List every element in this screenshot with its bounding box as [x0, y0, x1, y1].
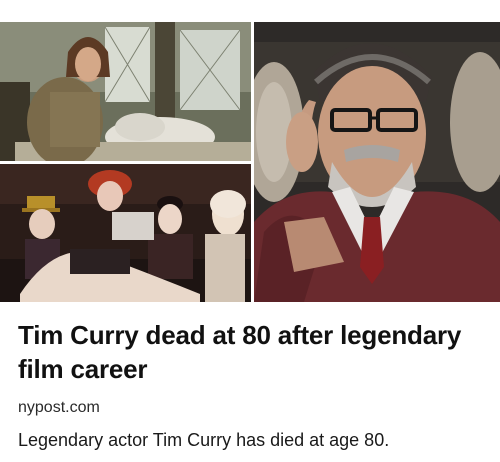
film-still-cast-image: [0, 164, 251, 302]
article-headline[interactable]: Tim Curry dead at 80 after legendary fil…: [18, 318, 484, 386]
photo-film-still-period: [0, 22, 251, 161]
portrait-image: [254, 22, 500, 302]
photo-film-still-cast: [0, 164, 251, 302]
article-source: nypost.com: [18, 399, 100, 416]
image-collage[interactable]: [0, 22, 500, 302]
photo-portrait: [254, 22, 500, 302]
article-summary: Legendary actor Tim Curry has died at ag…: [18, 430, 390, 450]
film-still-period-image: [0, 22, 251, 161]
article-text[interactable]: Tim Curry dead at 80 after legendary fil…: [18, 318, 484, 452]
news-card[interactable]: Tim Curry dead at 80 after legendary fil…: [0, 0, 500, 462]
